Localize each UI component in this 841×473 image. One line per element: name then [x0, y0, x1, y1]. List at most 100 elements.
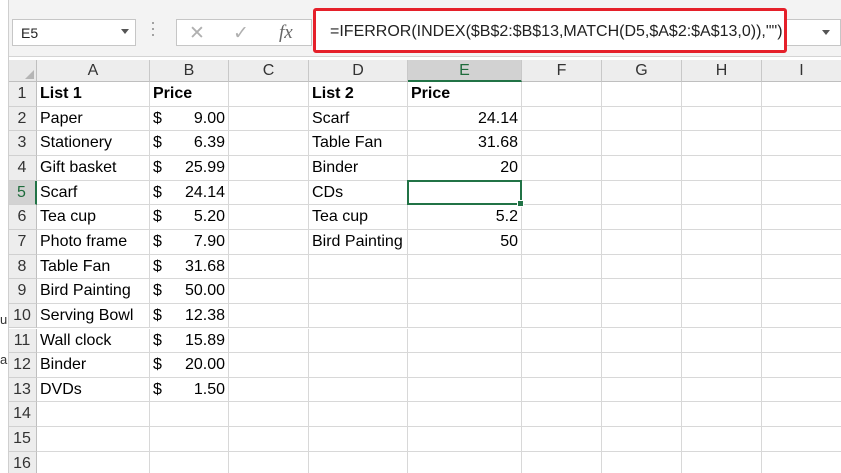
cell-g9[interactable] — [602, 279, 682, 304]
cell-g6[interactable] — [602, 205, 682, 230]
cell-i7[interactable] — [762, 230, 841, 255]
cell-g10[interactable] — [602, 303, 682, 329]
cell-g12[interactable] — [602, 353, 682, 378]
cell-f16[interactable] — [522, 451, 602, 473]
cell-b4[interactable]: $25.99 — [150, 155, 229, 181]
cell-e4[interactable]: 20 — [408, 155, 522, 181]
cell-h10[interactable] — [682, 303, 762, 329]
cell-b1[interactable]: Price — [150, 82, 229, 107]
column-header-g[interactable]: G — [602, 60, 682, 82]
cell-b9[interactable]: $50.00 — [150, 279, 229, 304]
cell-g4[interactable] — [602, 155, 682, 181]
cell-h12[interactable] — [682, 353, 762, 378]
cell-b6[interactable]: $5.20 — [150, 205, 229, 230]
cell-g8[interactable] — [602, 254, 682, 280]
cell-i8[interactable] — [762, 255, 841, 280]
cell-h3[interactable] — [682, 131, 762, 156]
cell-c7[interactable] — [229, 229, 309, 255]
cell-a15[interactable] — [37, 427, 150, 452]
name-box[interactable]: E5 — [12, 19, 136, 46]
cell-f7[interactable] — [522, 229, 602, 255]
cell-c6[interactable] — [229, 205, 309, 230]
cell-c16[interactable] — [229, 451, 309, 473]
cell-f6[interactable] — [522, 205, 602, 230]
cell-b16[interactable] — [150, 451, 229, 473]
active-cell-outline[interactable] — [407, 179, 524, 207]
cell-a14[interactable] — [37, 402, 150, 428]
cell-f12[interactable] — [522, 353, 602, 378]
cell-d7[interactable]: Bird Painting — [309, 229, 408, 255]
cell-g1[interactable] — [602, 82, 682, 107]
cell-h13[interactable] — [682, 377, 762, 403]
cell-c8[interactable] — [229, 254, 309, 280]
row-header-4[interactable]: 4 — [8, 155, 37, 181]
column-header-h[interactable]: H — [682, 60, 762, 82]
cell-a12[interactable]: Binder — [37, 353, 150, 378]
cell-c15[interactable] — [229, 427, 309, 452]
cell-d16[interactable] — [309, 451, 408, 473]
cell-g5[interactable] — [602, 180, 682, 206]
cell-g3[interactable] — [602, 131, 682, 156]
cell-a9[interactable]: Bird Painting — [37, 279, 150, 304]
cell-c13[interactable] — [229, 377, 309, 403]
cell-b8[interactable]: $31.68 — [150, 254, 229, 280]
cell-b5[interactable]: $24.14 — [150, 180, 229, 206]
cell-h2[interactable] — [682, 106, 762, 132]
cell-b15[interactable] — [150, 427, 229, 452]
expand-formula-bar-icon[interactable] — [822, 30, 830, 35]
cell-i1[interactable] — [762, 82, 841, 107]
cell-h4[interactable] — [682, 155, 762, 181]
cell-e2[interactable]: 24.14 — [408, 106, 522, 132]
cell-c4[interactable] — [229, 155, 309, 181]
cell-e14[interactable] — [408, 402, 522, 428]
cell-h6[interactable] — [682, 205, 762, 230]
row-header-10[interactable]: 10 — [8, 303, 37, 329]
cell-d4[interactable]: Binder — [309, 155, 408, 181]
chevron-down-icon[interactable] — [121, 29, 129, 34]
check-icon[interactable]: ✓ — [233, 22, 249, 45]
cell-a4[interactable]: Gift basket — [37, 155, 150, 181]
cell-d9[interactable] — [309, 279, 408, 304]
cell-d11[interactable] — [309, 328, 408, 354]
formula-input[interactable]: =IFERROR(INDEX($B$2:$B$13,MATCH(D5,$A$2:… — [313, 8, 787, 53]
cell-e9[interactable] — [408, 279, 522, 304]
row-header-9[interactable]: 9 — [8, 279, 37, 304]
column-header-f[interactable]: F — [522, 60, 602, 82]
row-header-15[interactable]: 15 — [8, 427, 37, 452]
cell-i10[interactable] — [762, 304, 841, 329]
cell-i12[interactable] — [762, 353, 841, 378]
cell-g14[interactable] — [602, 402, 682, 428]
insert-function-icon[interactable]: fx — [279, 22, 293, 44]
cell-f14[interactable] — [522, 402, 602, 428]
row-header-11[interactable]: 11 — [8, 328, 37, 354]
cell-f4[interactable] — [522, 155, 602, 181]
cell-a13[interactable]: DVDs — [37, 377, 150, 403]
column-header-d[interactable]: D — [309, 60, 408, 82]
cell-i4[interactable] — [762, 156, 841, 181]
cell-h11[interactable] — [682, 328, 762, 354]
cell-e8[interactable] — [408, 254, 522, 280]
cell-a1[interactable]: List 1 — [37, 82, 150, 107]
cell-a6[interactable]: Tea cup — [37, 205, 150, 230]
row-header-12[interactable]: 12 — [8, 353, 37, 378]
cell-e15[interactable] — [408, 427, 522, 452]
cell-d3[interactable]: Table Fan — [309, 131, 408, 156]
cancel-icon[interactable]: ✕ — [189, 22, 205, 45]
cell-b11[interactable]: $15.89 — [150, 328, 229, 354]
cell-g15[interactable] — [602, 427, 682, 452]
cell-c2[interactable] — [229, 106, 309, 132]
cell-a10[interactable]: Serving Bowl — [37, 303, 150, 329]
cell-d10[interactable] — [309, 303, 408, 329]
cell-i11[interactable] — [762, 329, 841, 354]
cell-c1[interactable] — [229, 82, 309, 107]
cell-c11[interactable] — [229, 328, 309, 354]
cell-d5[interactable]: CDs — [309, 180, 408, 206]
row-header-13[interactable]: 13 — [8, 377, 37, 403]
select-all-corner[interactable] — [8, 60, 37, 82]
cell-b14[interactable] — [150, 402, 229, 428]
cell-i5[interactable] — [762, 181, 841, 206]
row-header-7[interactable]: 7 — [8, 229, 37, 255]
cell-i14[interactable] — [762, 402, 841, 428]
row-header-8[interactable]: 8 — [8, 254, 37, 280]
cell-i6[interactable] — [762, 205, 841, 230]
